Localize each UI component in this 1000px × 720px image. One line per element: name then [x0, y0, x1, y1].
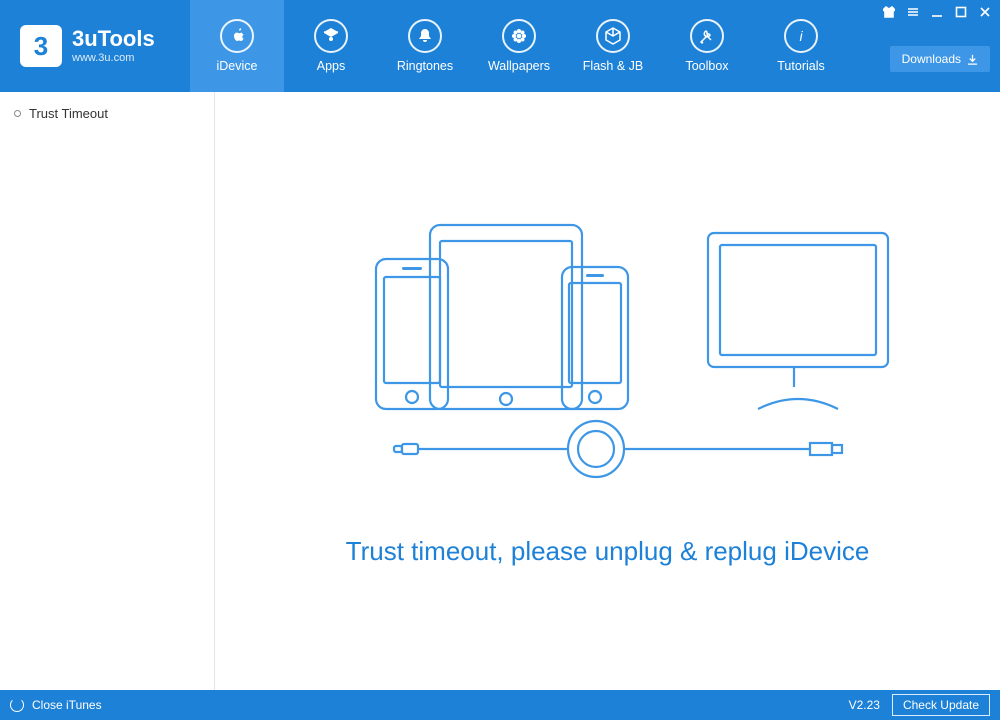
nav-toolbox[interactable]: Toolbox — [660, 0, 754, 92]
nav-label: Ringtones — [397, 59, 453, 73]
check-update-label: Check Update — [903, 698, 979, 712]
apple-icon — [220, 19, 254, 53]
logo-badge-icon: 3 — [20, 25, 62, 67]
tools-icon — [690, 19, 724, 53]
nav-label: iDevice — [217, 59, 258, 73]
nav-label: Apps — [317, 59, 346, 73]
close-button[interactable] — [976, 4, 994, 20]
nav-idevice[interactable]: iDevice — [190, 0, 284, 92]
download-icon — [967, 54, 978, 65]
flower-icon — [502, 19, 536, 53]
box-icon — [596, 19, 630, 53]
shirt-icon[interactable] — [880, 4, 898, 20]
check-update-button[interactable]: Check Update — [892, 694, 990, 716]
nav-apps[interactable]: Apps — [284, 0, 378, 92]
version-label: V2.23 — [849, 698, 880, 712]
nav-tutorials[interactable]: i Tutorials — [754, 0, 848, 92]
close-itunes-button[interactable]: Close iTunes — [10, 698, 102, 712]
window-controls — [880, 4, 994, 20]
spinner-icon — [10, 698, 24, 712]
nav-label: Flash & JB — [583, 59, 643, 73]
menu-icon[interactable] — [904, 4, 922, 20]
nav-label: Toolbox — [685, 59, 728, 73]
svg-text:i: i — [799, 28, 803, 44]
nav-flash-jb[interactable]: Flash & JB — [566, 0, 660, 92]
close-itunes-label: Close iTunes — [32, 698, 102, 712]
sidebar-item-dot-icon — [14, 110, 21, 117]
nav-ringtones[interactable]: Ringtones — [378, 0, 472, 92]
status-message: Trust timeout, please unplug & replug iD… — [346, 536, 870, 567]
main-content: Trust timeout, please unplug & replug iD… — [215, 92, 1000, 690]
sidebar: Trust Timeout — [0, 92, 215, 690]
apps-icon — [314, 19, 348, 53]
connection-illustration — [308, 215, 908, 500]
app-logo: 3 3uTools www.3u.com — [0, 0, 190, 92]
app-title: 3uTools — [72, 28, 155, 50]
main-nav: iDevice Apps Ringtones Wallpapers Flash & JB… — [190, 0, 848, 92]
minimize-button[interactable] — [928, 4, 946, 20]
info-icon: i — [784, 19, 818, 53]
bell-icon — [408, 19, 442, 53]
nav-label: Tutorials — [777, 59, 824, 73]
header-bar: 3 3uTools www.3u.com iDevice Apps Ringtone… — [0, 0, 1000, 92]
sidebar-item-label: Trust Timeout — [29, 106, 108, 121]
footer-bar: Close iTunes V2.23 Check Update — [0, 690, 1000, 720]
nav-label: Wallpapers — [488, 59, 550, 73]
downloads-button[interactable]: Downloads — [890, 46, 990, 72]
maximize-button[interactable] — [952, 4, 970, 20]
nav-wallpapers[interactable]: Wallpapers — [472, 0, 566, 92]
sidebar-item-trust-timeout[interactable]: Trust Timeout — [0, 100, 214, 127]
downloads-label: Downloads — [902, 52, 961, 66]
app-subtitle: www.3u.com — [72, 52, 155, 64]
